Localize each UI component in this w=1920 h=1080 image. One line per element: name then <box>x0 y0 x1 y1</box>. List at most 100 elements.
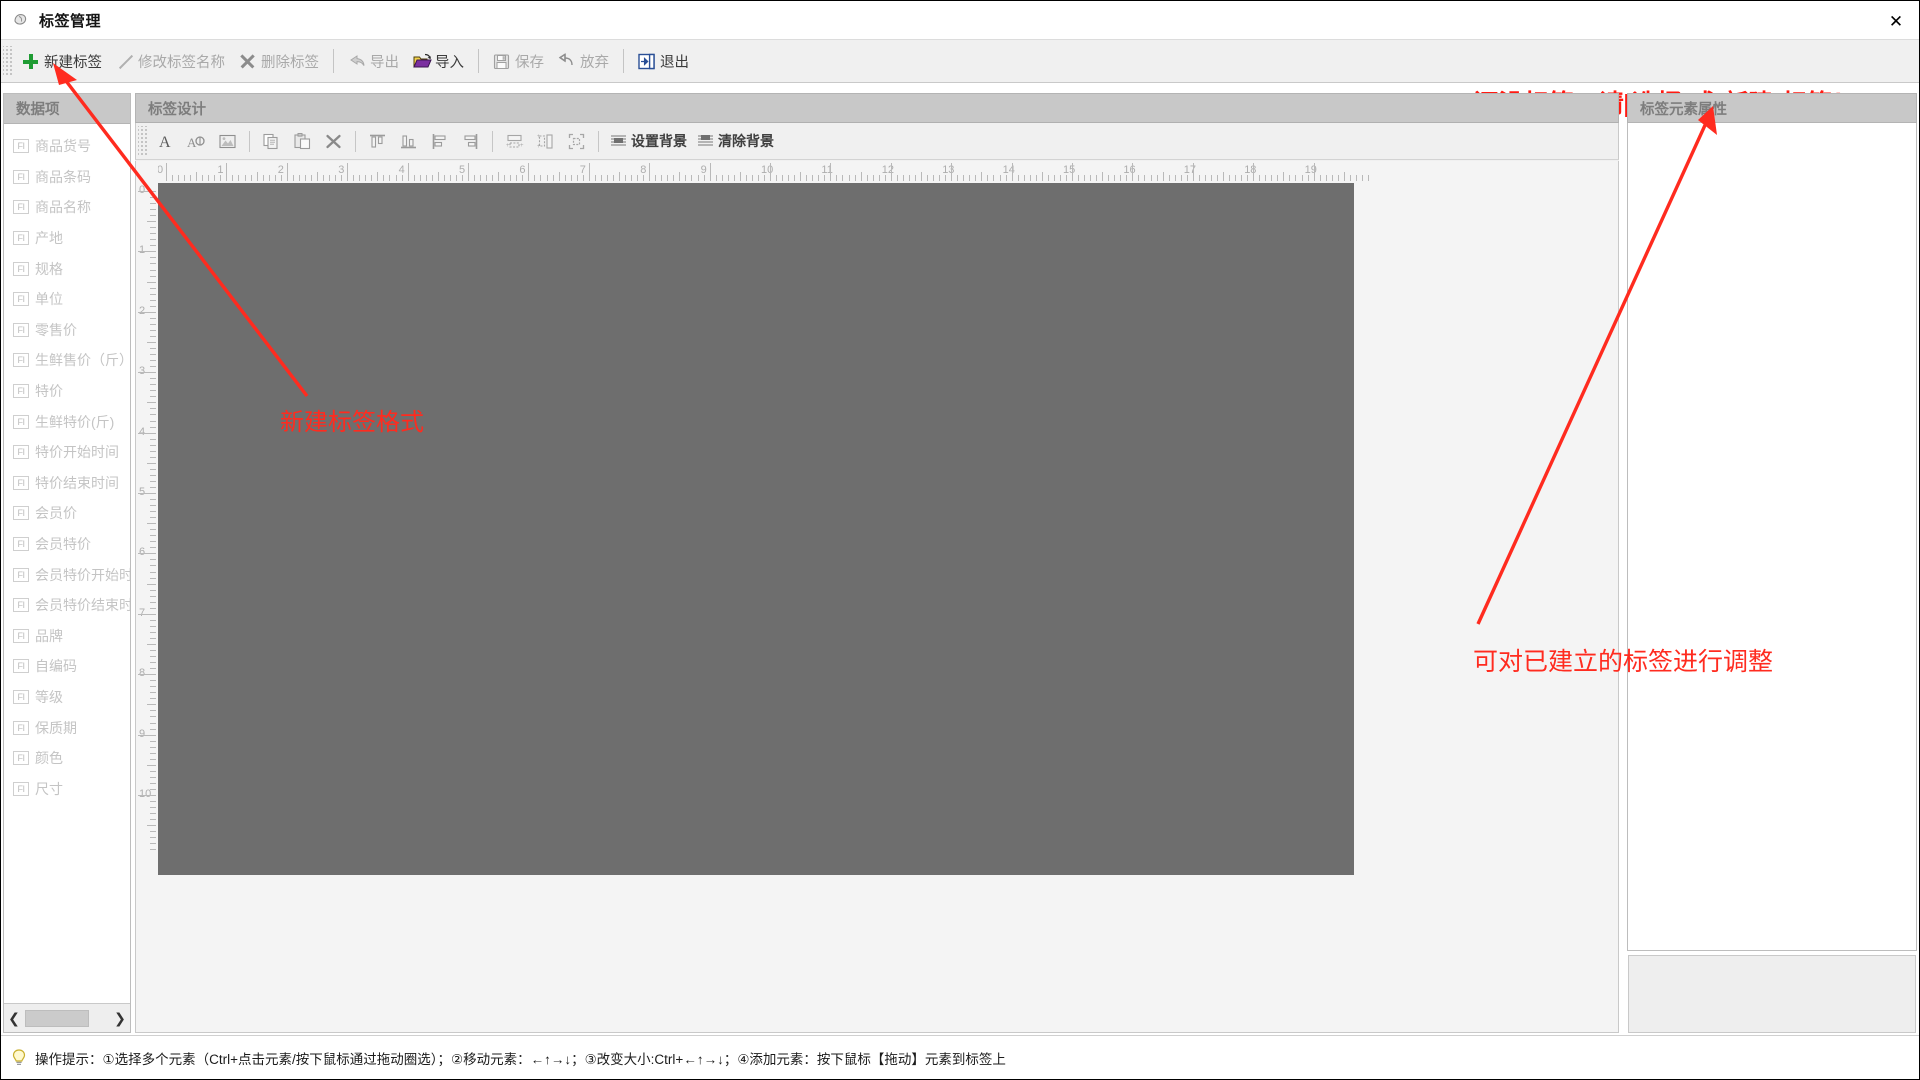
import-button[interactable]: 导入 <box>406 44 471 78</box>
data-item-row[interactable]: FI 生鲜售价（斤） <box>4 345 130 376</box>
data-item-row[interactable]: FI 尺寸 <box>4 773 130 804</box>
rename-label-button[interactable]: 修改标签名称 <box>109 44 232 78</box>
ruler-minor-tick <box>150 239 156 241</box>
clear-background-button[interactable]: 清除背景 <box>692 127 779 155</box>
export-button[interactable]: 导出 <box>341 44 406 78</box>
discard-button[interactable]: 放弃 <box>551 44 616 78</box>
data-item-row[interactable]: FI 会员特价结束时间 <box>4 590 130 621</box>
toolbar-grip[interactable] <box>3 46 12 76</box>
ruler-minor-tick <box>150 438 156 440</box>
new-label-button[interactable]: 新建标签 <box>15 44 109 78</box>
ruler-minor-tick <box>150 807 156 809</box>
ruler-minor-tick <box>150 257 156 259</box>
scrollbar-thumb[interactable] <box>25 1009 89 1027</box>
data-item-row[interactable]: FI 特价开始时间 <box>4 437 130 468</box>
set-background-button[interactable]: 设置背景 <box>605 127 692 155</box>
align-bottom-button[interactable] <box>395 127 422 155</box>
ruler-minor-tick <box>933 175 935 181</box>
close-icon[interactable]: ✕ <box>1885 10 1907 32</box>
data-item-row[interactable]: FI 会员特价开始时间 <box>4 559 130 590</box>
ruler-minor-tick <box>878 175 880 181</box>
align-top-button[interactable] <box>364 127 391 155</box>
data-item-row[interactable]: FI 商品名称 <box>4 192 130 223</box>
label-canvas[interactable] <box>158 183 1354 875</box>
data-item-row[interactable]: FI 特价结束时间 <box>4 468 130 499</box>
data-item-row[interactable]: FI 等级 <box>4 682 130 713</box>
svg-text:+: + <box>520 143 524 149</box>
design-toolbar-grip[interactable] <box>138 126 147 156</box>
export-label: 导出 <box>370 54 399 71</box>
ruler-major-tick <box>138 311 156 313</box>
data-item-row[interactable]: FI 品牌 <box>4 621 130 652</box>
data-item-row[interactable]: FI 产地 <box>4 223 130 254</box>
ruler-minor-tick <box>1355 175 1357 181</box>
data-item-hscrollbar[interactable]: ❮ ❯ <box>4 1003 130 1032</box>
label-design-header: 标签设计 <box>135 93 1619 123</box>
ruler-minor-tick <box>812 175 814 181</box>
scroll-left-icon[interactable]: ❮ <box>4 1005 24 1032</box>
ruler-minor-tick <box>147 825 156 827</box>
data-item-row[interactable]: FI 保质期 <box>4 712 130 743</box>
data-item-row[interactable]: FI 规格 <box>4 253 130 284</box>
ruler-minor-tick <box>1229 175 1231 181</box>
data-item-row[interactable]: FI 会员价 <box>4 498 130 529</box>
text-style-tool[interactable]: A <box>183 127 210 155</box>
ruler-tick-label: 13 <box>942 164 955 176</box>
ruler-major-tick <box>890 163 892 181</box>
ruler-major-tick <box>226 163 228 181</box>
data-item-row[interactable]: FI 会员特价 <box>4 529 130 560</box>
ruler-minor-tick <box>274 175 276 181</box>
data-item-row[interactable]: FI 特价 <box>4 376 130 407</box>
data-item-list[interactable]: FI 商品货号 FI 商品条码 FI 商品名称 FI 产地 FI 规格 FI 单位 FI 零售价 FI 生鲜售… <box>4 125 130 1002</box>
field-badge-icon: FI <box>13 292 29 307</box>
ruler-minor-tick <box>150 716 156 718</box>
ruler-minor-tick <box>1041 172 1043 181</box>
exit-button[interactable]: 退出 <box>631 44 696 78</box>
save-button[interactable]: 保存 <box>486 44 551 78</box>
add-text-tool[interactable]: A <box>152 127 179 155</box>
ruler-major-tick <box>649 163 651 181</box>
ruler-minor-tick <box>1017 175 1019 181</box>
ruler-minor-tick <box>150 571 156 573</box>
same-width-button[interactable]: + + <box>501 127 528 155</box>
ruler-minor-tick <box>993 175 995 181</box>
ruler-minor-tick <box>244 175 246 181</box>
align-left-button[interactable] <box>426 127 453 155</box>
data-item-label: 颜色 <box>35 750 63 767</box>
field-badge-icon: FI <box>13 200 29 215</box>
ruler-minor-tick <box>365 175 367 181</box>
data-item-row[interactable]: FI 零售价 <box>4 315 130 346</box>
scroll-right-icon[interactable]: ❯ <box>110 1005 130 1032</box>
data-item-row[interactable]: FI 商品条码 <box>4 162 130 193</box>
data-item-row[interactable]: FI 商品货号 <box>4 131 130 162</box>
delete-label-button[interactable]: 删除标签 <box>232 44 326 78</box>
property-panel-footer <box>1628 955 1916 1033</box>
add-image-tool[interactable] <box>214 127 241 155</box>
paste-button[interactable] <box>289 127 316 155</box>
data-item-row[interactable]: FI 颜色 <box>4 743 130 774</box>
data-item-row[interactable]: FI 单位 <box>4 284 130 315</box>
data-item-label: 特价结束时间 <box>35 474 119 491</box>
copy-button[interactable] <box>258 127 285 155</box>
annotation-adjust-existing-label: 可对已建立的标签进行调整 <box>1473 648 1774 676</box>
field-badge-icon: FI <box>13 689 29 704</box>
align-right-button[interactable] <box>457 127 484 155</box>
ruler-minor-tick <box>721 175 723 181</box>
design-canvas-area[interactable]: 新建标签格式 <box>158 183 1618 1032</box>
delete-element-button[interactable] <box>320 127 347 155</box>
ruler-minor-tick <box>150 348 156 350</box>
data-item-label: 特价 <box>35 383 63 400</box>
ruler-minor-tick <box>1301 175 1303 181</box>
ruler-minor-tick <box>150 631 156 633</box>
same-size-button[interactable] <box>563 127 590 155</box>
ruler-minor-tick <box>150 650 156 652</box>
data-item-row[interactable]: FI 自编码 <box>4 651 130 682</box>
rename-label-label: 修改标签名称 <box>138 54 225 71</box>
ruler-minor-tick <box>516 175 518 181</box>
property-panel-body[interactable] <box>1627 123 1917 951</box>
ruler-minor-tick <box>150 390 156 392</box>
ruler-major-tick <box>709 163 711 181</box>
ruler-tick-label: 5 <box>459 164 466 176</box>
same-height-button[interactable]: + + <box>532 127 559 155</box>
data-item-row[interactable]: FI 生鲜特价(斤) <box>4 406 130 437</box>
